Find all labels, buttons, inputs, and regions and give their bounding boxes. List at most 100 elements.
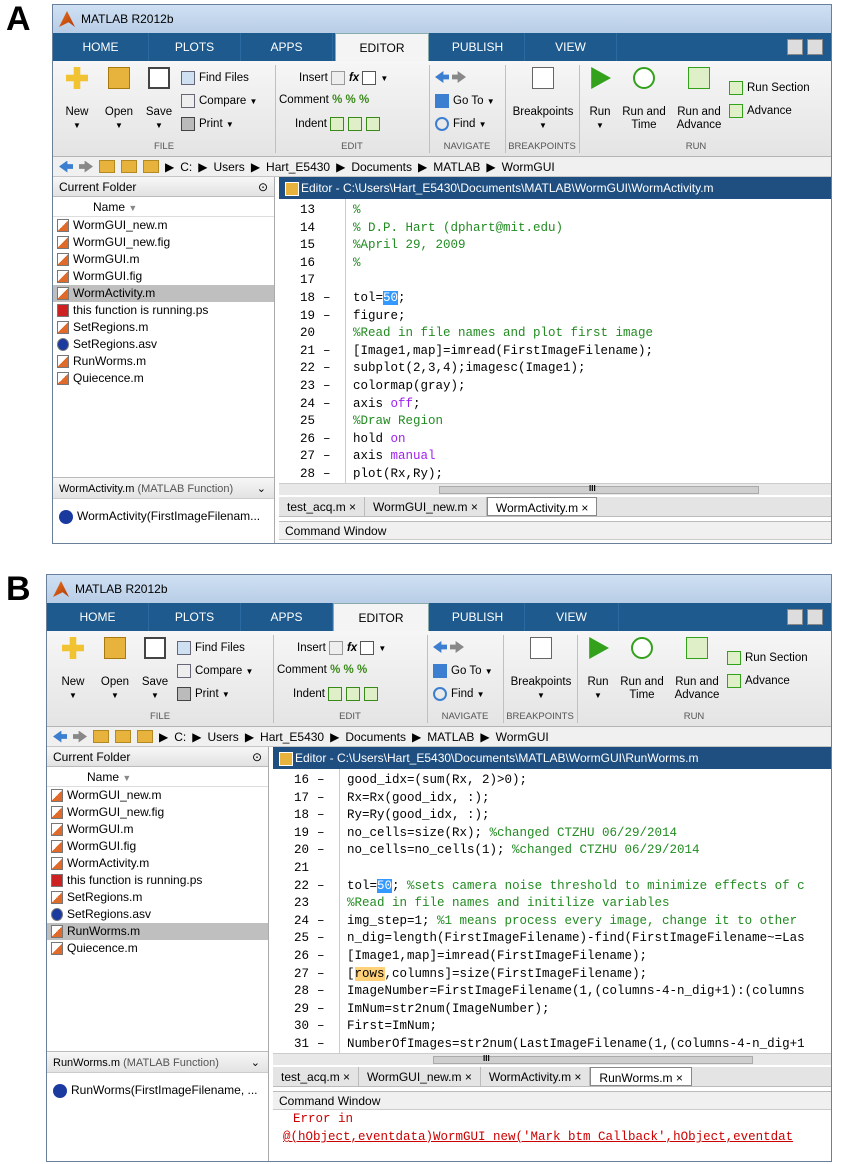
file-item[interactable]: WormGUI.m <box>53 251 274 268</box>
close-icon[interactable]: × <box>462 1070 472 1084</box>
print-button[interactable]: Print ▼ <box>177 687 230 701</box>
path-segment[interactable]: Users <box>213 160 244 174</box>
tab-home[interactable]: HOME <box>47 603 149 631</box>
code-line[interactable]: % D.P. Hart (dphart@mit.edu) <box>353 221 563 235</box>
name-column-header[interactable]: Name ▼ <box>53 197 274 217</box>
panel-menu-icon[interactable]: ⊙ <box>258 177 268 197</box>
breakpoint-marker[interactable]: – <box>317 1019 325 1033</box>
run-and-advance-button[interactable]: Run and Advance <box>673 67 725 132</box>
file-item[interactable]: this function is running.ps <box>47 872 268 889</box>
insert-button[interactable]: Insert fx ▼ <box>299 71 388 85</box>
code-area[interactable]: 13% 14 % D.P. Hart (dphart@mit.edu) 15 %Apri… <box>279 199 831 483</box>
breakpoint-marker[interactable]: – <box>317 808 325 822</box>
go-to-button[interactable]: Go To ▼ <box>435 94 495 108</box>
file-item[interactable]: WormGUI.fig <box>47 838 268 855</box>
file-item[interactable]: WormActivity.m <box>53 285 274 302</box>
breakpoint-marker[interactable]: – <box>323 291 331 305</box>
breakpoint-marker[interactable]: – <box>317 843 325 857</box>
run-and-time-button[interactable]: Run and Time <box>617 637 667 702</box>
advance-button[interactable]: Advance <box>727 674 790 688</box>
code-line[interactable]: subplot(2,3,4);imagesc(Image1); <box>353 361 586 375</box>
chevron-down-icon[interactable]: ⌄ <box>251 1052 260 1074</box>
file-tab[interactable]: test_acq.m × <box>279 497 366 516</box>
code-line[interactable]: no_cells=size(Rx); %changed CTZHU 06/29/… <box>347 826 677 840</box>
file-item[interactable]: WormGUI_new.m <box>53 217 274 234</box>
code-line[interactable]: %Draw Region <box>353 414 443 428</box>
browse-folder-icon[interactable] <box>115 730 131 743</box>
compare-button[interactable]: Compare ▼ <box>177 664 253 678</box>
tab-home[interactable]: HOME <box>53 33 149 61</box>
file-item[interactable]: SetRegions.m <box>47 889 268 906</box>
comment-button[interactable]: Comment % % % <box>277 664 367 677</box>
path-segment[interactable]: Hart_E5430 <box>266 160 330 174</box>
file-item[interactable]: WormActivity.m <box>47 855 268 872</box>
tab-apps[interactable]: APPS <box>241 33 333 61</box>
breakpoint-marker[interactable]: – <box>323 309 331 323</box>
code-line[interactable]: figure; <box>353 309 406 323</box>
code-line[interactable]: %Read in file names and plot first image <box>353 326 653 340</box>
breakpoint-marker[interactable]: – <box>323 467 331 481</box>
quick-access-icon[interactable] <box>787 39 803 55</box>
path-segment[interactable]: WormGUI <box>496 730 549 744</box>
up-folder-icon[interactable] <box>93 730 109 743</box>
horizontal-scrollbar[interactable]: III <box>273 1053 831 1065</box>
file-item[interactable]: RunWorms.m <box>47 923 268 940</box>
path-segment[interactable]: MATLAB <box>433 160 480 174</box>
code-line[interactable]: % <box>353 256 361 270</box>
breakpoint-marker[interactable]: – <box>317 826 325 840</box>
breakpoints-button[interactable]: Breakpoints ▼ <box>507 637 575 702</box>
file-item[interactable]: this function is running.ps <box>53 302 274 319</box>
open-button[interactable]: Open ▼ <box>97 637 133 702</box>
path-segment[interactable]: Users <box>207 730 238 744</box>
save-icon[interactable] <box>807 609 823 625</box>
quick-access-icon[interactable] <box>787 609 803 625</box>
file-item[interactable]: SetRegions.asv <box>47 906 268 923</box>
breakpoint-marker[interactable]: – <box>323 361 331 375</box>
tab-apps[interactable]: APPS <box>241 603 333 631</box>
path-segment[interactable]: MATLAB <box>427 730 474 744</box>
back-arrow-icon[interactable] <box>53 730 67 743</box>
tab-publish[interactable]: PUBLISH <box>431 33 525 61</box>
code-line[interactable]: [Image1,map]=imread(FirstImageFilename); <box>353 344 653 358</box>
close-icon[interactable]: × <box>673 1071 683 1085</box>
breakpoint-marker[interactable]: – <box>323 344 331 358</box>
panel-menu-icon[interactable]: ⊙ <box>252 747 262 767</box>
command-window[interactable]: Command Window Error in @(hObject,eventd… <box>273 1091 831 1161</box>
breakpoint-marker[interactable]: – <box>317 791 325 805</box>
insert-button[interactable]: Insert fx ▼ <box>297 641 386 655</box>
run-button[interactable]: Run ▼ <box>581 637 615 702</box>
path-segment[interactable]: WormGUI <box>502 160 555 174</box>
code-line[interactable]: good_idx=(sum(Rx, 2)>0); <box>347 773 527 787</box>
print-button[interactable]: Print ▼ <box>181 117 234 131</box>
path-segment[interactable]: Hart_E5430 <box>260 730 324 744</box>
file-item[interactable]: WormGUI_new.m <box>47 787 268 804</box>
code-line[interactable]: %Read in file names and initilize variab… <box>347 896 670 910</box>
file-tab[interactable]: WormActivity.m × <box>481 1067 591 1086</box>
name-column-header[interactable]: Name ▼ <box>47 767 268 787</box>
file-item[interactable]: Quiecence.m <box>47 940 268 957</box>
error-link[interactable]: @(hObject,eventdata)WormGUI_new('Mark_bt… <box>283 1128 831 1146</box>
tab-editor[interactable]: EDITOR <box>333 603 429 631</box>
find-button[interactable]: Find ▼ <box>433 687 485 701</box>
code-line[interactable]: NumberOfImages=str2num(LastImageFilename… <box>347 1037 805 1051</box>
code-line[interactable]: [Image1,map]=imread(FirstImageFilename); <box>347 949 647 963</box>
close-icon[interactable]: × <box>578 501 588 515</box>
indent-button[interactable]: Indent <box>293 687 382 701</box>
breakpoint-marker[interactable]: – <box>317 931 325 945</box>
command-window[interactable]: Command Window <box>279 521 831 543</box>
up-folder-icon[interactable] <box>99 160 115 173</box>
file-item[interactable]: Quiecence.m <box>53 370 274 387</box>
breakpoint-marker[interactable]: – <box>317 967 325 981</box>
breakpoint-marker[interactable]: – <box>323 379 331 393</box>
breakpoint-marker[interactable]: – <box>323 432 331 446</box>
code-line[interactable]: axis manual <box>353 449 436 463</box>
code-line[interactable]: Rx=Rx(good_idx, :); <box>347 791 490 805</box>
horizontal-scrollbar[interactable]: III <box>279 483 831 495</box>
breakpoint-marker[interactable]: – <box>317 879 325 893</box>
file-tab[interactable]: test_acq.m × <box>273 1067 360 1086</box>
advance-button[interactable]: Advance <box>729 104 792 118</box>
breakpoint-marker[interactable]: – <box>317 984 325 998</box>
code-line[interactable]: tol=50; %sets camera noise threshold to … <box>347 878 805 893</box>
code-line[interactable]: ImageNumber=FirstImageFilename(1,(column… <box>347 984 805 998</box>
forward-arrow-icon[interactable] <box>79 161 93 173</box>
